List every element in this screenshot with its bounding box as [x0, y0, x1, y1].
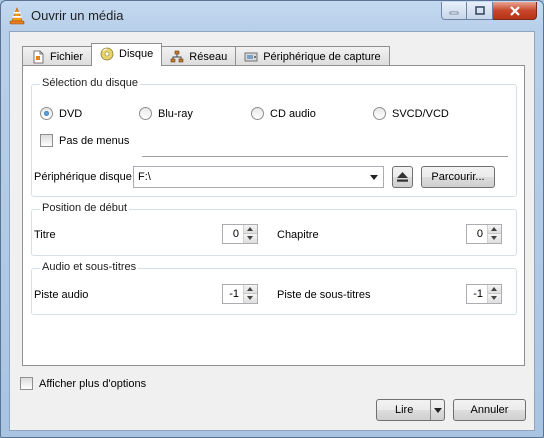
minimize-icon — [449, 11, 459, 14]
spin-up-icon[interactable] — [488, 285, 501, 294]
play-dropdown-button[interactable] — [430, 400, 444, 420]
chapter-label: Chapitre — [277, 229, 319, 241]
audio-subtitles-group: Audio et sous-titres Piste audio -1 Pist… — [31, 261, 517, 315]
checkbox-label: Pas de menus — [59, 134, 130, 147]
checkbox-label: Afficher plus d'options — [39, 377, 147, 390]
chapter-value: 0 — [476, 228, 483, 240]
spin-up-icon[interactable] — [244, 225, 257, 234]
radio-dvd[interactable]: DVD — [40, 107, 82, 120]
audio-track-value: -1 — [229, 288, 239, 300]
radio-label: DVD — [59, 107, 83, 120]
eject-icon — [397, 172, 408, 182]
more-options-checkbox[interactable]: Afficher plus d'options — [20, 377, 146, 390]
close-button[interactable] — [493, 2, 537, 20]
minimize-button[interactable] — [441, 2, 467, 20]
radio-label: CD audio — [270, 107, 316, 120]
play-label: Lire — [395, 404, 414, 416]
radio-indicator — [373, 107, 386, 120]
group-label: Position de début — [40, 202, 130, 214]
radio-indicator — [251, 107, 264, 120]
radio-cd-audio[interactable]: CD audio — [251, 107, 316, 120]
audio-track-spinbox[interactable]: -1 — [222, 284, 258, 304]
tab-peripherique-capture[interactable]: Périphérique de capture — [235, 46, 390, 66]
audio-track-label: Piste audio — [34, 289, 89, 301]
device-value: F:\ — [138, 171, 151, 183]
spin-down-icon[interactable] — [244, 234, 257, 243]
checkbox-box — [20, 377, 33, 390]
subtitle-track-spinbox[interactable]: -1 — [466, 284, 502, 304]
chevron-down-icon — [434, 408, 442, 413]
network-icon — [170, 50, 184, 62]
title-label: Titre — [34, 229, 56, 241]
title-bar[interactable]: Ouvrir un média — [1, 1, 543, 31]
dialog-client-area: Fichier Disque Réseau Périphérique de ca… — [9, 31, 535, 431]
tab-label: Disque — [119, 48, 154, 60]
dialog-window: Ouvrir un média Fichier Disque Réseau Pé… — [0, 0, 544, 438]
spin-down-icon[interactable] — [488, 234, 501, 243]
capture-device-icon — [244, 52, 258, 61]
tab-reseau[interactable]: Réseau — [161, 46, 237, 66]
subtitle-track-value: -1 — [473, 288, 483, 300]
tab-disque[interactable]: Disque — [91, 43, 163, 66]
radio-label: Blu-ray — [158, 107, 193, 120]
browse-button[interactable]: Parcourir... — [421, 166, 495, 188]
disc-tab-panel: Sélection du disque DVD Blu-ray CD audio… — [22, 65, 525, 366]
radio-bluray[interactable]: Blu-ray — [139, 107, 193, 120]
disc-icon — [100, 47, 114, 61]
group-label: Audio et sous-titres — [40, 261, 139, 273]
tab-bar: Fichier Disque Réseau Périphérique de ca… — [22, 43, 390, 66]
no-menus-checkbox[interactable]: Pas de menus — [40, 134, 129, 147]
device-label: Périphérique disque — [34, 171, 132, 183]
spin-down-icon[interactable] — [488, 294, 501, 303]
tab-label: Fichier — [50, 50, 84, 63]
spin-down-icon[interactable] — [244, 294, 257, 303]
radio-indicator — [40, 107, 53, 120]
cancel-button[interactable]: Annuler — [453, 399, 526, 421]
window-title: Ouvrir un média — [31, 8, 124, 23]
file-icon — [33, 50, 44, 63]
title-spinbox[interactable]: 0 — [222, 224, 258, 244]
divider — [142, 156, 508, 157]
start-position-group: Position de début Titre 0 Chapitre 0 — [31, 202, 517, 256]
radio-label: SVCD/VCD — [392, 107, 449, 120]
maximize-icon — [474, 6, 485, 15]
chevron-down-icon — [370, 175, 378, 180]
maximize-button[interactable] — [467, 2, 493, 20]
radio-indicator — [139, 107, 152, 120]
title-value: 0 — [232, 228, 239, 240]
disc-selection-group: Sélection du disque DVD Blu-ray CD audio… — [31, 77, 517, 197]
spin-up-icon[interactable] — [488, 225, 501, 234]
chapter-spinbox[interactable]: 0 — [466, 224, 502, 244]
tab-fichier[interactable]: Fichier — [22, 46, 93, 66]
disc-device-combobox[interactable]: F:\ — [133, 166, 384, 188]
tab-label: Périphérique de capture — [263, 50, 381, 63]
vlc-cone-icon — [9, 7, 25, 25]
radio-svcd-vcd[interactable]: SVCD/VCD — [373, 107, 449, 120]
tab-label: Réseau — [189, 50, 228, 63]
eject-button[interactable] — [392, 166, 413, 188]
play-button[interactable]: Lire — [376, 399, 445, 421]
group-label: Sélection du disque — [40, 77, 141, 89]
close-icon — [509, 5, 520, 16]
spin-up-icon[interactable] — [244, 285, 257, 294]
subtitle-track-label: Piste de sous-titres — [277, 289, 371, 301]
checkbox-box — [40, 134, 53, 147]
